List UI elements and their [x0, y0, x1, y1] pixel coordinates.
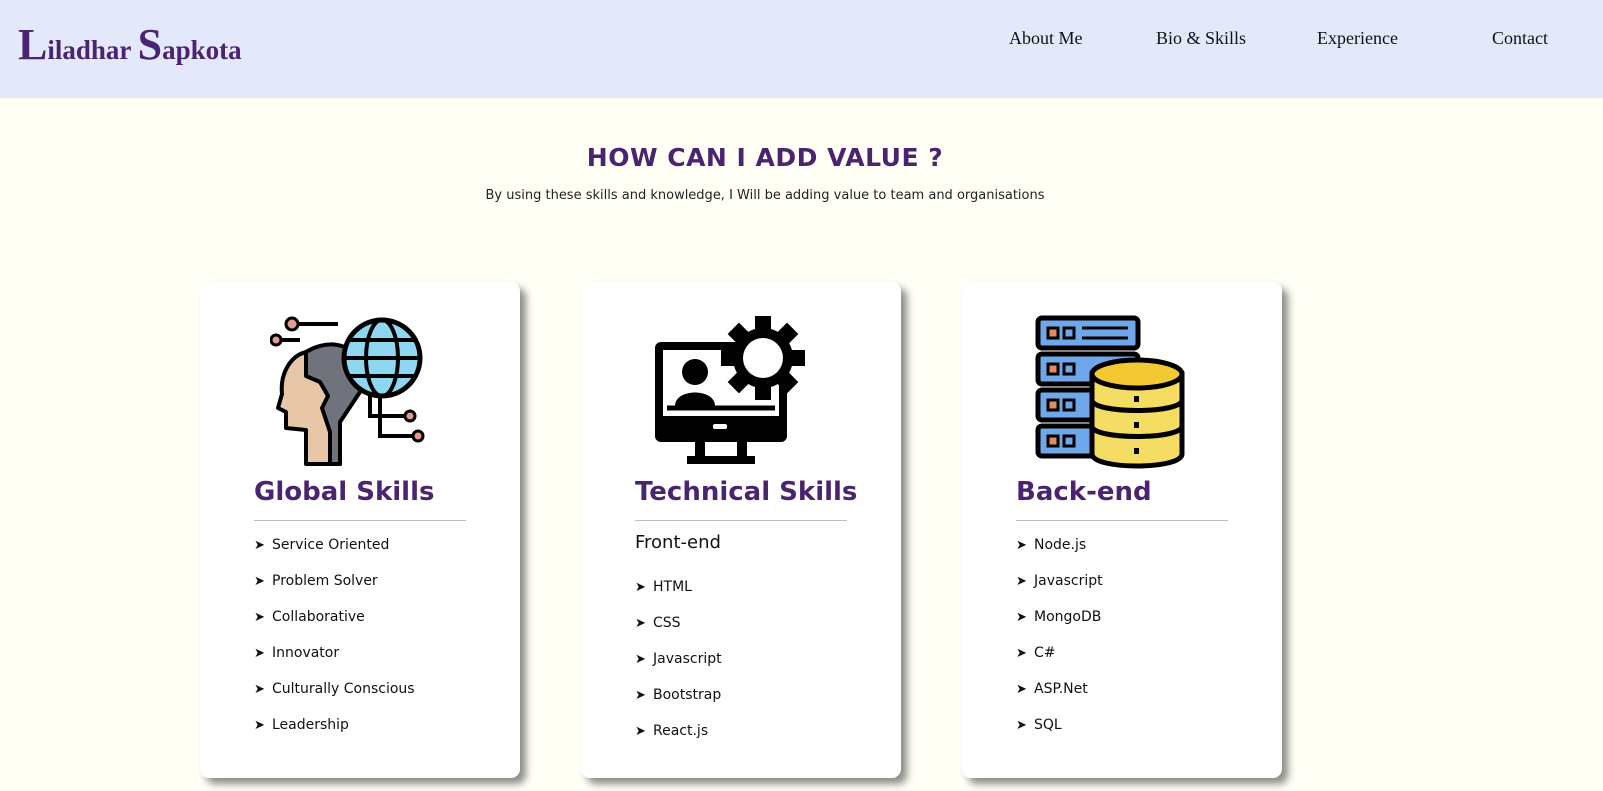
list-item: ➤ SQL [1016, 717, 1062, 733]
arrow-icon: ➤ [1016, 574, 1027, 589]
card-divider [635, 520, 847, 521]
list-item: ➤ CSS [635, 615, 681, 631]
card-technical-skills: Technical Skills Front-end ➤ HTML ➤ CSS ➤ J… [581, 282, 901, 778]
card-global-skills: Global Skills ➤ Service Oriented ➤ Problem… [200, 282, 520, 778]
arrow-icon: ➤ [1016, 718, 1027, 733]
list-item: ➤ Leadership [254, 717, 349, 733]
card-subtitle: Front-end [635, 532, 721, 553]
list-item: ➤ HTML [635, 579, 692, 595]
list-item: ➤ Collaborative [254, 609, 365, 625]
arrow-icon: ➤ [254, 682, 265, 697]
nav-about-me[interactable]: About Me [1009, 28, 1083, 49]
global-skills-list: ➤ Service Oriented ➤ Problem Solver ➤ Colla… [254, 537, 415, 753]
technical-skills-icon [655, 316, 805, 464]
arrow-icon: ➤ [254, 538, 265, 553]
nav-experience[interactable]: Experience [1317, 28, 1398, 49]
list-item: ➤ Innovator [254, 645, 340, 661]
technical-skills-list: ➤ HTML ➤ CSS ➤ Javascript ➤ Bootstrap ➤ React… [635, 579, 722, 759]
arrow-icon: ➤ [635, 616, 646, 631]
list-item: ➤ MongoDB [1016, 609, 1102, 625]
card-title: Back-end [1016, 477, 1152, 507]
list-item: ➤ Problem Solver [254, 573, 378, 589]
list-item: ➤ Bootstrap [635, 687, 722, 703]
global-skills-icon [270, 316, 425, 466]
brand-initial-last: S [137, 20, 163, 69]
list-item: ➤ Javascript [1016, 573, 1103, 589]
brand-logo[interactable]: Liladhar Sapkota [18, 20, 242, 75]
arrow-icon: ➤ [635, 580, 646, 595]
arrow-icon: ➤ [254, 610, 265, 625]
arrow-icon: ➤ [254, 646, 265, 661]
arrow-icon: ➤ [1016, 538, 1027, 553]
nav-bio-skills[interactable]: Bio & Skills [1156, 28, 1246, 49]
arrow-icon: ➤ [254, 718, 265, 733]
list-item: ➤ React.js [635, 723, 709, 739]
arrow-icon: ➤ [635, 688, 646, 703]
list-item: ➤ Culturally Conscious [254, 681, 415, 697]
arrow-icon: ➤ [1016, 646, 1027, 661]
arrow-icon: ➤ [254, 574, 265, 589]
arrow-icon: ➤ [1016, 610, 1027, 625]
card-divider [1016, 520, 1228, 521]
list-item: ➤ Javascript [635, 651, 722, 667]
brand-last-name-rest: apkota [162, 35, 242, 65]
arrow-icon: ➤ [1016, 682, 1027, 697]
list-item: ➤ Service Oriented [254, 537, 390, 553]
nav-contact[interactable]: Contact [1492, 28, 1548, 49]
brand-first-name-rest: iladhar [47, 35, 131, 65]
list-item: ➤ C# [1016, 645, 1056, 661]
section-subheading: By using these skills and knowledge, I W… [485, 188, 1045, 203]
brand-initial-first: L [18, 20, 48, 69]
list-item: ➤ ASP.Net [1016, 681, 1088, 697]
arrow-icon: ➤ [635, 724, 646, 739]
database-server-icon [1035, 315, 1185, 469]
arrow-icon: ➤ [635, 652, 646, 667]
card-divider [254, 520, 466, 521]
card-title: Global Skills [254, 477, 435, 507]
site-header: Liladhar Sapkota About Me Bio & Skills E… [0, 0, 1603, 98]
back-end-list: ➤ Node.js ➤ Javascript ➤ MongoDB ➤ C# ➤ ASP.N… [1016, 537, 1103, 753]
list-item: ➤ Node.js [1016, 537, 1087, 553]
card-title: Technical Skills [635, 477, 858, 507]
card-back-end: Back-end ➤ Node.js ➤ Javascript ➤ MongoDB ➤… [962, 282, 1282, 778]
section-heading: HOW CAN I ADD VALUE ? [586, 143, 944, 172]
